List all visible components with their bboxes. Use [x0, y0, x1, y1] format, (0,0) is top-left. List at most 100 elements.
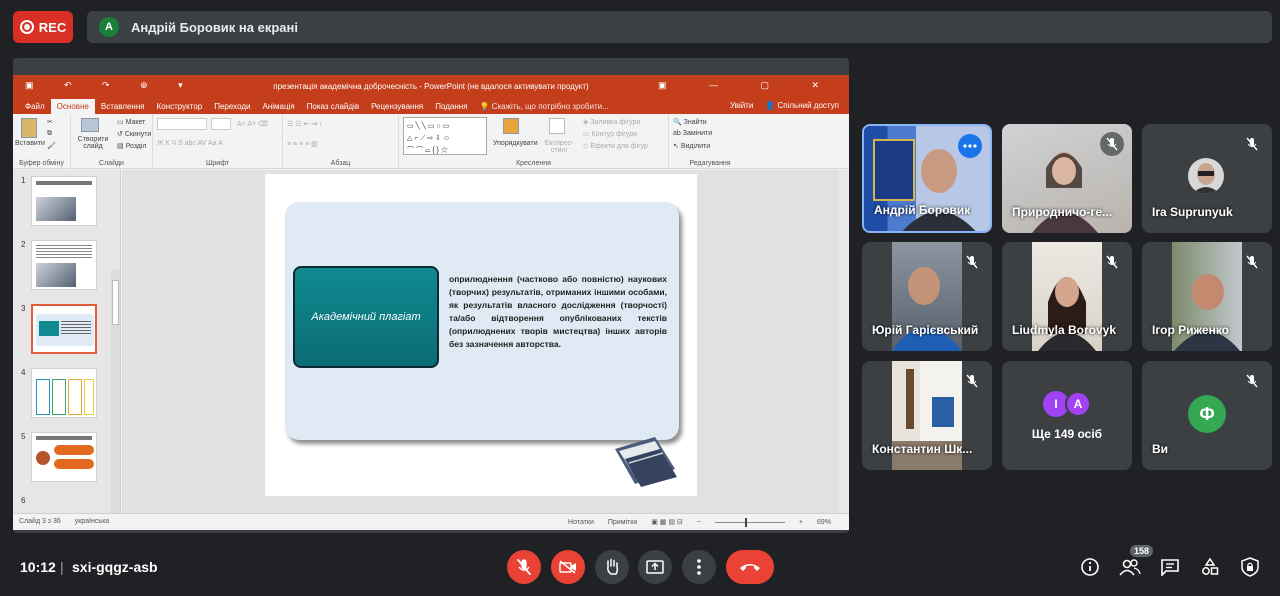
participant-tile[interactable]: Юрій Гарієвський — [862, 242, 992, 351]
info-icon — [1081, 558, 1099, 576]
layout-label: Макет — [125, 119, 146, 126]
reset-button[interactable]: ↺ Скинути — [117, 130, 151, 138]
signin-link[interactable]: Увійти — [730, 101, 753, 110]
slide-title-box[interactable]: Академічний плагіат — [293, 266, 439, 368]
arrange-button[interactable]: Упорядкувати — [493, 140, 538, 147]
people-button[interactable] — [1119, 556, 1141, 578]
effects-label: Ефекти для фігур — [590, 143, 648, 150]
slide-thumbnail[interactable] — [31, 240, 97, 290]
shape-fill-button[interactable]: ◈ Заливка фігури — [583, 118, 640, 126]
section-button[interactable]: ▤ Розділ — [117, 142, 147, 150]
slide-thumbnail[interactable] — [31, 176, 97, 226]
paste-button[interactable]: Вставити — [15, 140, 45, 147]
slide-thumbnail[interactable] — [31, 432, 97, 482]
activities-button[interactable] — [1199, 556, 1221, 578]
cut-icon[interactable]: ✂ — [47, 118, 53, 126]
share-button[interactable]: 👤 Спільний доступ — [765, 101, 839, 110]
window-controls[interactable]: ▣ — ▢ ✕ — [658, 80, 839, 91]
font-size-box[interactable] — [211, 118, 231, 130]
tab-animations[interactable]: Анімація — [256, 102, 300, 114]
thumbnail-scrollbar[interactable] — [111, 270, 120, 513]
drawing-label: Креслення — [516, 160, 551, 167]
section-label: Розділ — [125, 143, 147, 150]
people-icon — [1119, 559, 1141, 576]
align-buttons[interactable]: ≡ ≡ ≡ ≡ ▥ — [287, 140, 318, 148]
tab-slideshow[interactable]: Показ слайдів — [301, 102, 365, 114]
mic-toggle-button[interactable] — [507, 550, 541, 584]
slide-canvas: Академічний плагіат оприлюднення (частко… — [122, 170, 840, 513]
participant-tile[interactable]: Природничо-ге... — [1002, 124, 1132, 233]
activities-icon — [1202, 557, 1219, 575]
participant-tile[interactable]: Андрій Боровик — [862, 124, 992, 233]
slide-body-text[interactable]: оприлюднення (частково або повністю) нау… — [449, 273, 667, 351]
tab-home[interactable]: Основне — [50, 99, 95, 114]
font-format-buttons[interactable]: Ж К Ч S abc AV Aa A — [157, 140, 223, 147]
more-options-button[interactable] — [958, 134, 982, 158]
slide-thumbnail[interactable] — [31, 368, 97, 418]
new-slide-button[interactable]: Створити слайд — [73, 136, 113, 150]
quick-access-icons[interactable]: ▣ ↶ ↷ ⊕ ▾ — [25, 80, 197, 91]
copy-icon[interactable]: ⧉ — [47, 130, 52, 138]
comments-button[interactable]: Примітки — [608, 519, 637, 526]
present-button[interactable] — [638, 550, 672, 584]
self-tile[interactable]: Ф Ви — [1142, 361, 1272, 470]
find-button[interactable]: 🔍 Знайти — [673, 118, 707, 126]
format-painter-icon[interactable]: 🖌 — [47, 142, 56, 150]
leave-call-button[interactable] — [726, 550, 774, 584]
group-paragraph: ☰ ☷ ⇤ ⇥ ↕ ≡ ≡ ≡ ≡ ▥ Абзац — [283, 114, 399, 169]
more-options-button[interactable] — [682, 550, 716, 584]
quick-styles-button[interactable]: Експрес-стилі — [539, 140, 579, 154]
tab-transitions[interactable]: Переходи — [208, 102, 256, 114]
list-buttons[interactable]: ☰ ☷ ⇤ ⇥ ↕ — [287, 120, 323, 128]
tab-view[interactable]: Подання — [429, 102, 473, 114]
replace-label: Замінити — [682, 130, 713, 137]
camera-toggle-button[interactable] — [551, 550, 585, 584]
zoom-out-icon[interactable]: − — [697, 519, 701, 526]
self-avatar: Ф — [1188, 395, 1226, 433]
ppt-titlebar: ▣ ↶ ↷ ⊕ ▾ презентація академічна доброче… — [13, 75, 849, 97]
raise-hand-button[interactable] — [595, 550, 629, 584]
presenter-text: Андрій Боровик на екрані — [131, 19, 298, 35]
mic-off-icon — [1246, 255, 1258, 269]
more-participants-tile[interactable]: І А Ще 149 осіб — [1002, 361, 1132, 470]
participant-tile[interactable]: Константин Шк... — [862, 361, 992, 470]
recording-indicator[interactable]: REC — [13, 11, 73, 43]
shape-effects-button[interactable]: ◇ Ефекти для фігур — [583, 142, 648, 150]
tell-me-box[interactable]: 💡 Скажіть, що потрібно зробити... — [474, 102, 615, 114]
font-size-buttons[interactable]: A˄ A˅ ⌫ — [237, 120, 268, 128]
host-controls-button[interactable] — [1239, 556, 1261, 578]
zoom-in-icon[interactable]: + — [799, 519, 803, 526]
zoom-level[interactable]: 69% — [817, 519, 831, 526]
participant-name: Юрій Гарієвський — [872, 323, 979, 337]
replace-button[interactable]: ab Замінити — [673, 130, 712, 137]
font-name-box[interactable] — [157, 118, 207, 130]
select-button[interactable]: ↖ Виділити — [673, 142, 710, 150]
tab-insert[interactable]: Вставлення — [95, 102, 151, 114]
tab-review[interactable]: Рецензування — [365, 102, 429, 114]
muted-indicator — [960, 250, 984, 274]
zoom-slider[interactable] — [714, 517, 785, 527]
tab-design[interactable]: Конструктор — [151, 102, 209, 114]
layout-button[interactable]: ▭ Макет — [117, 118, 145, 126]
meeting-info-button[interactable] — [1079, 556, 1101, 578]
participant-tile[interactable]: Ira Suprunyuk — [1142, 124, 1272, 233]
mic-off-icon — [966, 374, 978, 388]
muted-indicator — [1240, 250, 1264, 274]
participant-tile[interactable]: Ігор Риженко — [1142, 242, 1272, 351]
clipboard-label: Буфер обміну — [19, 160, 64, 167]
participant-tile[interactable]: Liudmyla Borovyk — [1002, 242, 1132, 351]
language-indicator[interactable]: українська — [75, 518, 109, 525]
slides-label: Слайди — [99, 160, 124, 167]
thumb-number: 3 — [21, 304, 26, 313]
ribbon: Вставити ✂ ⧉ 🖌 Буфер обміну Створити сла… — [13, 114, 849, 169]
tab-file[interactable]: Файл — [19, 102, 51, 114]
slide-thumbnail-active[interactable] — [31, 304, 97, 354]
chat-button[interactable] — [1159, 556, 1181, 578]
participant-name: Ігор Риженко — [1152, 323, 1229, 337]
view-buttons[interactable]: ▣ ▦ ▤ ⊟ — [651, 518, 683, 526]
slide-scrollbar[interactable] — [839, 170, 849, 513]
notes-button[interactable]: Нотатки — [568, 519, 594, 526]
shape-outline-button[interactable]: ▭ Контур фігури — [583, 130, 637, 138]
thumb-number: 5 — [21, 432, 26, 441]
more-vert-icon — [697, 559, 701, 575]
